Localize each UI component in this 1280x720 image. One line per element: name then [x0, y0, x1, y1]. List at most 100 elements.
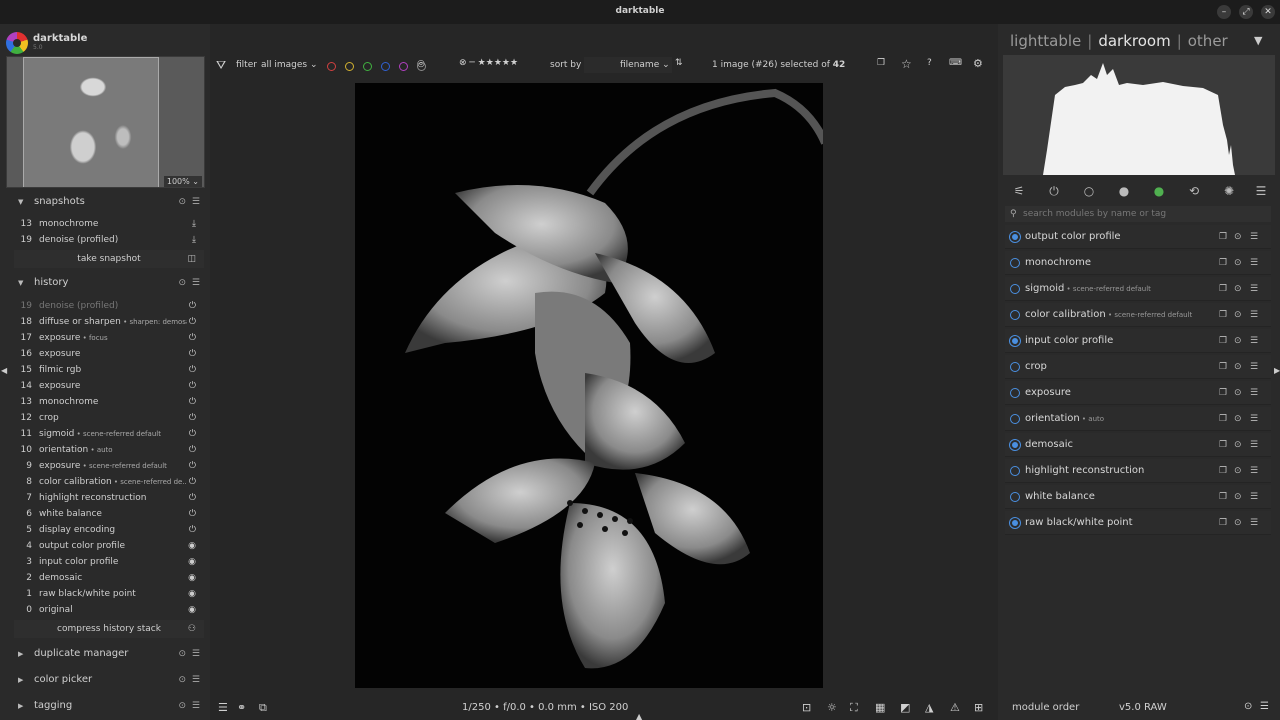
multi-instance-icon[interactable]: ❐	[1219, 407, 1227, 431]
module-search-input[interactable]: ⚲ search modules by name or tag	[1005, 206, 1271, 222]
snapshot-item[interactable]: 19 denoise (profiled) ⤓	[14, 232, 204, 248]
history-item[interactable]: 9 exposure • scene-referred default ⏻	[14, 458, 204, 474]
multi-instance-icon[interactable]: ❐	[1219, 459, 1227, 483]
softproof-icon[interactable]: ▦	[875, 701, 885, 714]
histogram[interactable]	[1003, 55, 1275, 175]
right-panel-toggle-icon[interactable]: ▶	[1274, 366, 1280, 375]
groups-presets-icon[interactable]: ☰	[1253, 183, 1269, 199]
reset-icon[interactable]: ⊙	[1234, 459, 1242, 483]
star-icon[interactable]: ☆	[901, 57, 912, 71]
multi-instance-icon[interactable]: ❐	[1219, 485, 1227, 509]
presets-icon[interactable]: ☰	[1260, 701, 1269, 712]
history-item[interactable]: 14 exposure ⏻	[14, 378, 204, 394]
take-snapshot-button[interactable]: take snapshot ◫	[14, 250, 204, 268]
reset-icon[interactable]: ⊙	[1234, 511, 1242, 535]
module-power-icon[interactable]	[1010, 414, 1020, 424]
keyboard-shortcuts-icon[interactable]: ⌨	[949, 58, 962, 68]
view-lighttable[interactable]: lighttable	[1010, 32, 1081, 50]
presets-icon[interactable]: ☰	[1250, 355, 1258, 379]
module-row[interactable]: monochrome ❐ ⊙ ☰	[1005, 251, 1271, 275]
warning-icon[interactable]: ⚠	[950, 701, 960, 714]
reset-icon[interactable]: ⊙	[178, 697, 186, 715]
multi-instance-icon[interactable]: ❐	[1219, 251, 1227, 275]
history-item[interactable]: 15 filmic rgb ⏻	[14, 362, 204, 378]
presets-icon[interactable]: ☰	[1250, 459, 1258, 483]
close-button[interactable]: ✕	[1261, 5, 1275, 19]
styles-icon[interactable]: ⚭	[237, 701, 246, 714]
reset-icon[interactable]: ⊙	[1234, 355, 1242, 379]
history-item[interactable]: 11 sigmoid • scene-referred default ⏻	[14, 426, 204, 442]
window-grouping-icon[interactable]: ❐	[877, 58, 885, 68]
color-label-filter[interactable]	[399, 62, 408, 71]
view-darkroom[interactable]: darkroom	[1098, 32, 1170, 50]
presets-icon[interactable]: ☰	[1250, 225, 1258, 249]
history-item[interactable]: 5 display encoding ⏻	[14, 522, 204, 538]
module-row[interactable]: sigmoid • scene-referred default ❐ ⊙ ☰	[1005, 277, 1271, 301]
bulb-icon[interactable]: ☼	[827, 701, 837, 714]
multi-instance-icon[interactable]: ❐	[1219, 277, 1227, 301]
reset-icon[interactable]: ⊙	[1234, 329, 1242, 353]
rating-filter[interactable]: ⊗ ─ ★★★★★	[459, 58, 518, 68]
module-power-icon[interactable]	[1010, 284, 1020, 294]
history-item[interactable]: 1 raw black/white point ◉	[14, 586, 204, 602]
second-window-icon[interactable]: ⧉	[259, 701, 267, 715]
reset-icon[interactable]: ⊙	[178, 671, 186, 689]
presets-icon[interactable]: ☰	[1250, 433, 1258, 457]
module-row[interactable]: demosaic ❐ ⊙ ☰	[1005, 433, 1271, 457]
iso12646-icon[interactable]: ⛶	[850, 701, 858, 715]
presets-icon[interactable]: ☰	[192, 697, 200, 715]
multi-instance-icon[interactable]: ❐	[1219, 303, 1227, 327]
reset-icon[interactable]: ⊙	[1234, 407, 1242, 431]
module-power-icon[interactable]	[1010, 492, 1020, 502]
gamut-check-icon[interactable]: ◩	[900, 701, 910, 714]
chevron-down-icon[interactable]: ▼	[1254, 34, 1262, 47]
navigation-viewport-frame[interactable]	[23, 57, 159, 187]
help-icon[interactable]: ?	[927, 58, 932, 68]
reset-icon[interactable]: ⊙	[1234, 303, 1242, 327]
maximize-button[interactable]: ⤢	[1239, 5, 1253, 19]
presets-icon[interactable]: ☰	[192, 193, 200, 211]
snapshot-item[interactable]: 13 monochrome ⤓	[14, 216, 204, 232]
module-power-icon[interactable]	[1010, 518, 1020, 528]
module-power-icon[interactable]	[1010, 440, 1020, 450]
clipping-indicator-icon[interactable]: ◮	[925, 701, 933, 714]
multi-instance-icon[interactable]: ❐	[1219, 225, 1227, 249]
history-item[interactable]: 8 color calibration • scene-referred de..…	[14, 474, 204, 490]
view-other[interactable]: other	[1188, 32, 1228, 50]
multi-instance-icon[interactable]: ❐	[1219, 355, 1227, 379]
color-label-filter[interactable]	[345, 62, 354, 71]
history-item[interactable]: 0 original ◉	[14, 602, 204, 618]
color-group-icon[interactable]: ●	[1151, 183, 1167, 199]
navigation-zoom-select[interactable]: 100% ⌄	[163, 176, 202, 187]
module-row[interactable]: output color profile ❐ ⊙ ☰	[1005, 225, 1271, 249]
module-row[interactable]: highlight reconstruction ❐ ⊙ ☰	[1005, 459, 1271, 483]
multi-instance-icon[interactable]: ❐	[1219, 433, 1227, 457]
module-power-icon[interactable]	[1010, 466, 1020, 476]
module-header[interactable]: ▶ duplicate manager ⊙ ☰	[14, 645, 204, 663]
history-item[interactable]: 13 monochrome ⏻	[14, 394, 204, 410]
snapshot-pin-icon[interactable]: ⤓	[192, 232, 196, 248]
history-item[interactable]: 4 output color profile ◉	[14, 538, 204, 554]
reset-icon[interactable]: ⊙	[1234, 277, 1242, 301]
snapshots-header[interactable]: ▼ snapshots ⊙ ☰	[14, 193, 204, 211]
multi-instance-icon[interactable]: ❐	[1219, 329, 1227, 353]
presets-icon[interactable]: ☰	[192, 645, 200, 663]
module-row[interactable]: input color profile ❐ ⊙ ☰	[1005, 329, 1271, 353]
history-item[interactable]: 18 diffuse or sharpen • sharpen: demosaic…	[14, 314, 204, 330]
filter-select[interactable]: all images ⌄	[261, 60, 318, 70]
main-image[interactable]	[355, 83, 823, 688]
history-header[interactable]: ▼ history ⊙ ☰	[14, 274, 204, 292]
presets-icon[interactable]: ☰	[192, 274, 200, 292]
color-label-filter[interactable]	[381, 62, 390, 71]
presets-icon[interactable]: ☰	[1250, 407, 1258, 431]
correct-group-icon[interactable]: ⟲	[1186, 183, 1202, 199]
bottom-panel-toggle-icon[interactable]: ▲	[636, 712, 642, 720]
sort-order-icon[interactable]: ⇅	[675, 58, 683, 68]
active-modules-power-icon[interactable]: ⏻	[1046, 183, 1062, 199]
color-label-toggle-icon[interactable]: ◎	[417, 59, 425, 69]
history-item[interactable]: 2 demosaic ◉	[14, 570, 204, 586]
multi-instance-icon[interactable]: ❐	[1219, 511, 1227, 535]
module-row[interactable]: color calibration • scene-referred defau…	[1005, 303, 1271, 327]
module-power-icon[interactable]	[1010, 310, 1020, 320]
history-item[interactable]: 16 exposure ⏻	[14, 346, 204, 362]
